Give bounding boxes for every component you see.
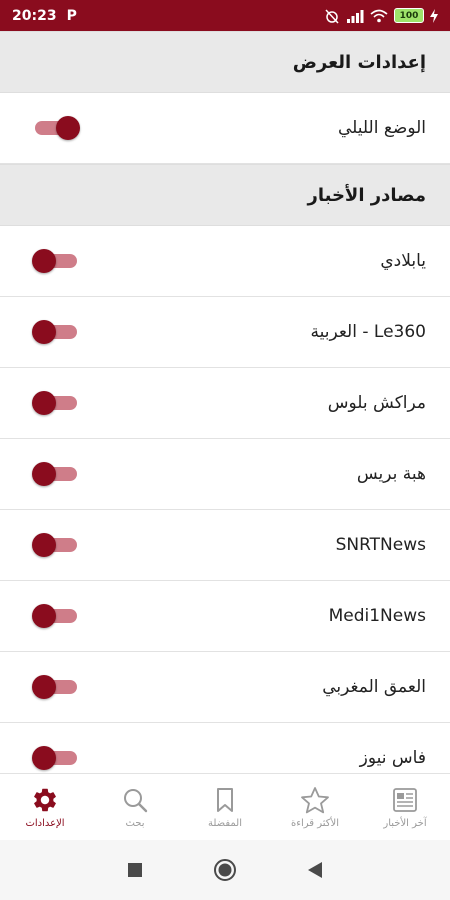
nav-most-read[interactable]: الأكثر قراءة [270,774,360,841]
nav-search[interactable]: بحث [90,774,180,841]
source-row[interactable]: مراكش بلوس [0,368,450,439]
nav-latest-news[interactable]: آخر الأخبار [360,774,450,841]
source-label: فاس نيوز [359,748,426,768]
source-label: العمق المغربي [322,677,426,697]
wifi-icon [370,9,388,22]
system-nav-bar [0,840,450,900]
star-icon [301,787,329,814]
settings-content[interactable]: إعدادات العرض الوضع الليلي مصادر الأخبار… [0,31,450,773]
newspaper-icon [393,788,417,812]
status-left: 20:23 P [12,8,77,24]
news-sources-title: مصادر الأخبار [307,184,426,206]
source-label: Le360 - العربية [310,322,427,342]
source-row[interactable]: العمق المغربي [0,652,450,723]
toggle-thumb [32,533,56,557]
source-toggle[interactable] [32,604,80,628]
source-row[interactable]: SNRTNews [0,510,450,581]
recent-apps-icon[interactable] [127,862,143,878]
status-time: 20:23 [12,7,57,24]
back-icon[interactable] [307,861,323,879]
night-mode-row[interactable]: الوضع الليلي [0,93,450,164]
toggle-thumb [32,391,56,415]
toggle-thumb [32,604,56,628]
battery-level: 100 [399,10,419,21]
news-sources-header: مصادر الأخبار [0,164,450,226]
nav-search-label: بحث [125,818,145,829]
source-toggle[interactable] [32,533,80,557]
gear-icon [34,788,56,812]
source-row[interactable]: Le360 - العربية [0,297,450,368]
signal-icon [347,9,364,23]
nav-favorites[interactable]: المفضلة [180,774,270,841]
source-toggle[interactable] [32,249,80,273]
home-icon[interactable] [213,858,237,882]
toggle-thumb [32,249,56,273]
display-settings-title: إعدادات العرض [292,51,426,73]
parking-app-icon: P [66,7,77,24]
source-row[interactable]: يابلادي [0,226,450,297]
toggle-thumb [32,746,56,770]
source-row[interactable]: فاس نيوز [0,723,450,773]
toggle-thumb [32,675,56,699]
alarm-off-icon [325,8,339,24]
source-row[interactable]: Medi1News [0,581,450,652]
source-toggle[interactable] [32,391,80,415]
source-label: هبة بريس [356,464,426,484]
toggle-thumb [32,320,56,344]
source-label: مراكش بلوس [327,393,426,413]
nav-most-read-label: الأكثر قراءة [291,818,339,829]
toggle-thumb [32,462,56,486]
nav-settings[interactable]: الإعدادات [0,774,90,841]
status-right: 100 [324,8,438,24]
source-toggle[interactable] [32,320,80,344]
source-toggle[interactable] [32,746,80,770]
status-bar: 20:23 P 100 [0,0,450,31]
source-toggle[interactable] [32,675,80,699]
source-label: Medi1News [328,606,426,626]
nav-favorites-label: المفضلة [207,818,242,829]
source-row[interactable]: هبة بريس [0,439,450,510]
charging-icon [430,8,438,23]
source-toggle[interactable] [32,462,80,486]
night-mode-label: الوضع الليلي [337,118,426,138]
nav-settings-label: الإعدادات [25,818,65,829]
night-mode-toggle[interactable] [32,116,80,140]
bookmark-icon [217,788,233,812]
toggle-thumb [56,116,80,140]
source-label: يابلادي [380,251,426,271]
display-settings-header: إعدادات العرض [0,31,450,93]
source-label: SNRTNews [335,535,426,555]
bottom-nav: الإعدادات بحث المفضلة الأكثر قراءة آخر ا… [0,773,450,841]
nav-latest-news-label: آخر الأخبار [383,818,427,829]
search-icon [124,789,148,813]
battery-indicator: 100 [394,8,424,23]
